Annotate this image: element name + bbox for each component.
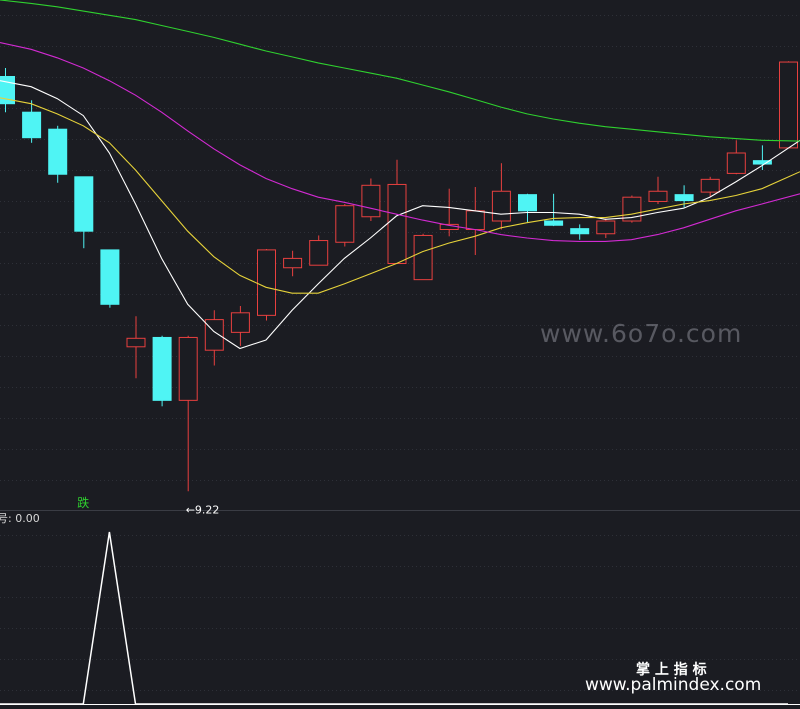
candle-body <box>22 111 42 139</box>
candle-body <box>126 337 146 348</box>
candle-body <box>178 336 198 401</box>
candle-body <box>674 194 694 202</box>
candle-body <box>387 183 407 264</box>
moving-average-lines <box>0 0 800 350</box>
candle-body <box>361 184 381 218</box>
candle <box>126 316 146 379</box>
candle-body <box>152 336 172 401</box>
candle <box>413 233 433 281</box>
low-price-annotation: ←9.22 <box>186 503 220 516</box>
candle <box>648 176 668 204</box>
candle-body <box>518 194 537 212</box>
candle-body <box>48 128 68 175</box>
candlestick-chart: ←9.22 跌 号: 0.00 www.6o7o.com 掌 上 指 标 www… <box>0 0 800 705</box>
candle <box>309 235 329 266</box>
candle <box>74 176 94 249</box>
candle-body <box>465 210 485 231</box>
candle-body <box>779 61 798 149</box>
candle <box>204 310 224 366</box>
candle <box>596 218 616 238</box>
candles <box>0 61 798 492</box>
candle-body <box>257 249 276 316</box>
candle <box>178 335 198 492</box>
candle <box>491 163 511 230</box>
candle-body <box>230 312 250 333</box>
candle-body <box>283 257 303 269</box>
grid-lines <box>0 15 800 691</box>
ma-line-4 <box>0 0 800 142</box>
candle <box>335 204 355 247</box>
candle <box>700 176 720 198</box>
candle <box>622 195 642 223</box>
candle <box>152 335 172 407</box>
indicator-label: 号: 0.00 <box>0 512 40 525</box>
candle <box>752 145 772 170</box>
candle-body <box>726 152 746 174</box>
candle-body <box>596 220 616 235</box>
candle-body <box>204 319 224 351</box>
candle-body <box>100 249 120 305</box>
candle-body <box>700 178 720 193</box>
candle <box>361 178 381 221</box>
watermark-center: www.6o7o.com <box>540 319 742 348</box>
candle <box>570 224 590 240</box>
candle-body <box>544 220 564 226</box>
candle <box>779 61 798 149</box>
candle <box>465 187 485 255</box>
signal-marker: 跌 <box>77 495 89 510</box>
candle-body <box>74 176 94 232</box>
candle <box>726 140 746 175</box>
candle-body <box>491 190 511 222</box>
candle <box>387 159 407 264</box>
candle <box>48 125 68 183</box>
candle <box>439 188 459 237</box>
candle-body <box>335 205 355 243</box>
candle-body <box>648 190 668 202</box>
candle-body <box>309 240 329 266</box>
candle <box>0 68 15 113</box>
candle <box>518 193 537 223</box>
candle <box>544 193 564 227</box>
candle <box>100 249 120 308</box>
candle-body <box>413 234 433 281</box>
watermark-url: www.palmindex.com <box>585 675 761 695</box>
candle <box>283 250 303 277</box>
candle-body <box>570 228 590 235</box>
candle <box>230 306 250 346</box>
